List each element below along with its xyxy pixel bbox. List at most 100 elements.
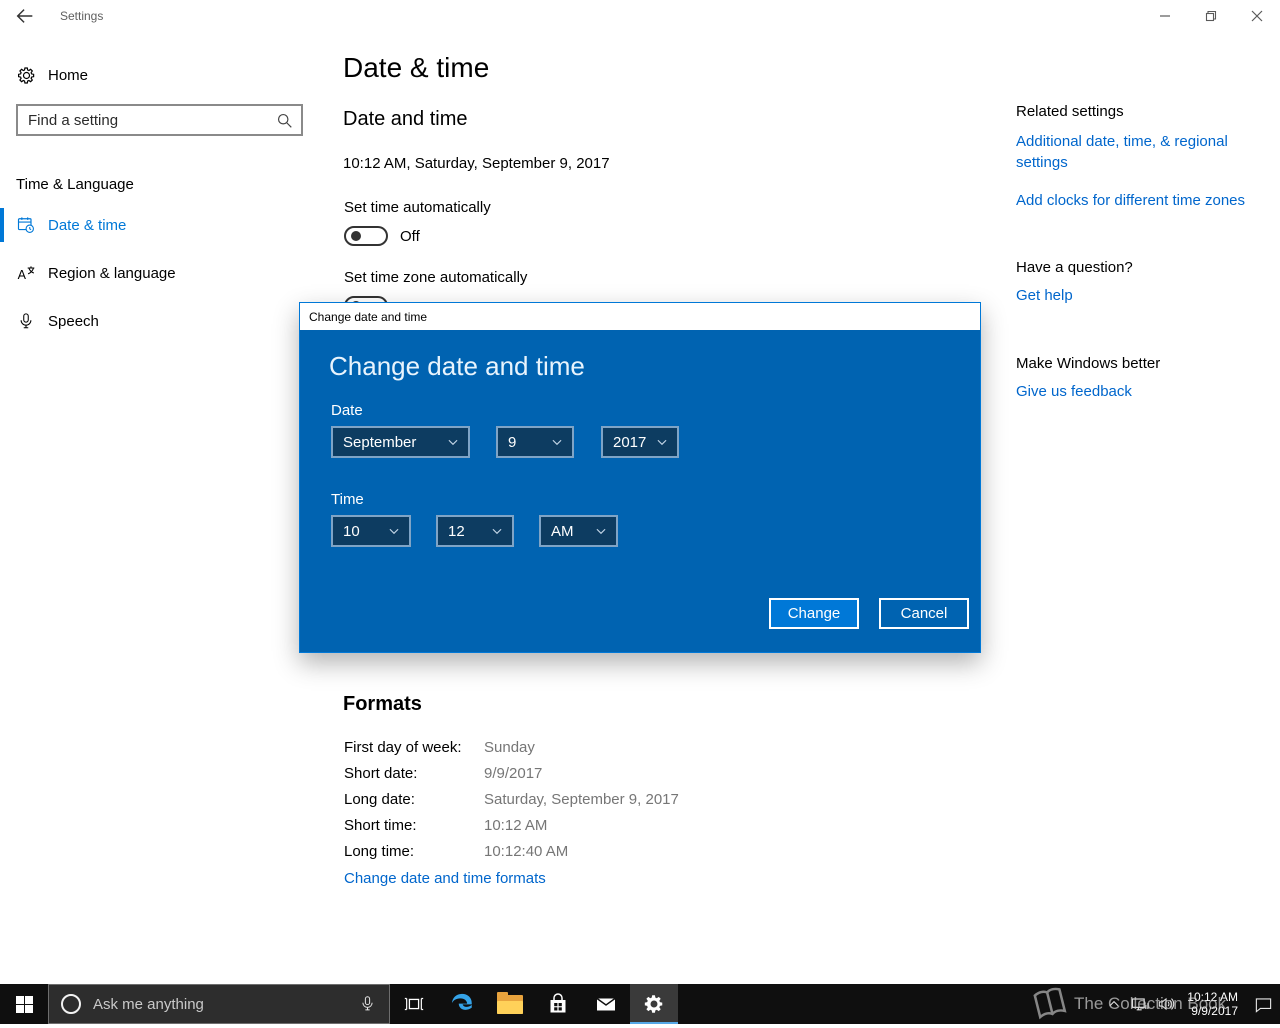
month-dropdown[interactable]: September — [331, 426, 470, 458]
sidebar-item-date-time[interactable]: Date & time — [0, 208, 330, 242]
sidebar-date-time-label: Date & time — [48, 216, 127, 234]
sidebar-item-region-language[interactable]: A Region & language — [0, 256, 330, 290]
gear-icon — [644, 995, 663, 1013]
tray-date: 9/9/2017 — [1191, 1004, 1238, 1018]
sidebar-region-language-label: Region & language — [48, 264, 176, 282]
task-view-button[interactable] — [390, 984, 438, 1024]
sidebar-speech-label: Speech — [48, 312, 99, 330]
current-datetime-text: 10:12 AM, Saturday, September 9, 2017 — [343, 155, 610, 172]
volume-icon[interactable] — [1153, 984, 1179, 1024]
set-time-automatically-toggle[interactable] — [344, 226, 388, 246]
dialog-titlebar: Change date and time — [300, 303, 980, 330]
sidebar-item-home[interactable]: Home — [0, 58, 330, 92]
edge-icon[interactable] — [438, 984, 486, 1024]
format-value: Saturday, September 9, 2017 — [484, 791, 679, 808]
change-date-time-dialog: Change date and time Change date and tim… — [299, 302, 981, 653]
chevron-down-icon — [387, 524, 401, 538]
calendar-clock-icon — [16, 215, 36, 235]
day-value: 9 — [508, 433, 517, 451]
sidebar-section-label: Time & Language — [16, 176, 134, 193]
additional-settings-link[interactable]: Additional date, time, & regional settin… — [1016, 131, 1252, 173]
window-titlebar: Settings — [0, 0, 1280, 32]
section-title-date-and-time: Date and time — [343, 108, 468, 130]
cortana-icon — [61, 994, 81, 1014]
formats-heading: Formats — [343, 693, 422, 715]
selected-indicator — [0, 208, 4, 242]
settings-app-button[interactable] — [630, 984, 678, 1024]
chevron-down-icon — [655, 435, 669, 449]
format-label: First day of week: — [344, 739, 462, 756]
hour-dropdown[interactable]: 10 — [331, 515, 411, 547]
dialog-titlebar-text: Change date and time — [309, 309, 428, 324]
format-row-long-date: Long date: Saturday, September 9, 2017 — [344, 791, 864, 817]
file-explorer-icon[interactable] — [486, 984, 534, 1024]
year-value: 2017 — [613, 433, 647, 451]
windows-logo-icon — [15, 995, 33, 1013]
format-label: Long time: — [344, 843, 415, 860]
taskbar: 10:12 AM 9/9/2017 — [0, 984, 1280, 1024]
toggle-knob — [351, 231, 361, 241]
format-row-short-time: Short time: 10:12 AM — [344, 817, 864, 843]
action-center-icon[interactable] — [1246, 984, 1280, 1024]
mail-icon[interactable] — [582, 984, 630, 1024]
change-button[interactable]: Change — [769, 598, 859, 629]
page-title: Date & time — [343, 52, 490, 83]
toggle-state-label: Off — [400, 228, 420, 245]
day-dropdown[interactable]: 9 — [496, 426, 574, 458]
chevron-down-icon — [490, 524, 504, 538]
date-label: Date — [331, 402, 363, 419]
restore-button[interactable] — [1188, 0, 1234, 32]
give-feedback-link[interactable]: Give us feedback — [1016, 383, 1252, 400]
chevron-down-icon — [594, 524, 608, 538]
format-label: Short time: — [344, 817, 417, 834]
set-time-automatically-label: Set time automatically — [344, 199, 491, 216]
format-label: Short date: — [344, 765, 418, 782]
gear-icon — [16, 65, 36, 85]
month-value: September — [343, 433, 417, 451]
chevron-down-icon — [550, 435, 564, 449]
related-settings-heading: Related settings — [1016, 103, 1124, 120]
format-value: 10:12:40 AM — [484, 843, 569, 860]
search-input[interactable] — [18, 106, 301, 134]
microphone-icon[interactable] — [359, 994, 377, 1014]
hour-value: 10 — [343, 522, 360, 540]
chevron-down-icon — [446, 435, 460, 449]
get-help-link[interactable]: Get help — [1016, 287, 1252, 304]
format-row-long-time: Long time: 10:12:40 AM — [344, 843, 864, 869]
network-display-icon[interactable] — [1127, 984, 1153, 1024]
folder-icon — [497, 991, 523, 1014]
svg-text:A: A — [18, 268, 27, 282]
find-setting-searchbox[interactable] — [16, 104, 303, 136]
store-icon[interactable] — [534, 984, 582, 1024]
settings-window: Settings Home Time & Language Date & tim… — [0, 0, 1280, 1024]
make-windows-better-heading: Make Windows better — [1016, 355, 1161, 372]
change-formats-link[interactable]: Change date and time formats — [344, 870, 546, 887]
add-clocks-link[interactable]: Add clocks for different time zones — [1016, 192, 1252, 209]
show-hidden-icons-chevron[interactable] — [1101, 984, 1127, 1024]
dialog-heading: Change date and time — [329, 351, 585, 381]
time-label: Time — [331, 491, 364, 508]
cancel-button[interactable]: Cancel — [879, 598, 969, 629]
format-row-short-date: Short date: 9/9/2017 — [344, 765, 864, 791]
tray-clock[interactable]: 10:12 AM 9/9/2017 — [1179, 984, 1246, 1024]
year-dropdown[interactable]: 2017 — [601, 426, 679, 458]
minute-value: 12 — [448, 522, 465, 540]
cortana-search-box[interactable] — [48, 984, 390, 1024]
sidebar-item-speech[interactable]: Speech — [0, 304, 330, 338]
ampm-value: AM — [551, 522, 574, 540]
ampm-dropdown[interactable]: AM — [539, 515, 618, 547]
close-button[interactable] — [1234, 0, 1280, 32]
search-icon[interactable] — [276, 112, 293, 129]
back-icon[interactable] — [14, 5, 36, 27]
sidebar-home-label: Home — [48, 66, 89, 84]
taskbar-search-input[interactable] — [93, 995, 359, 1013]
format-label: Long date: — [344, 791, 415, 808]
set-time-zone-automatically-label: Set time zone automatically — [344, 269, 528, 286]
format-value: 9/9/2017 — [484, 765, 543, 782]
have-a-question-heading: Have a question? — [1016, 259, 1133, 276]
start-button[interactable] — [0, 984, 48, 1024]
format-value: Sunday — [484, 739, 535, 756]
minimize-button[interactable] — [1142, 0, 1188, 32]
minute-dropdown[interactable]: 12 — [436, 515, 514, 547]
window-title: Settings — [60, 9, 104, 23]
